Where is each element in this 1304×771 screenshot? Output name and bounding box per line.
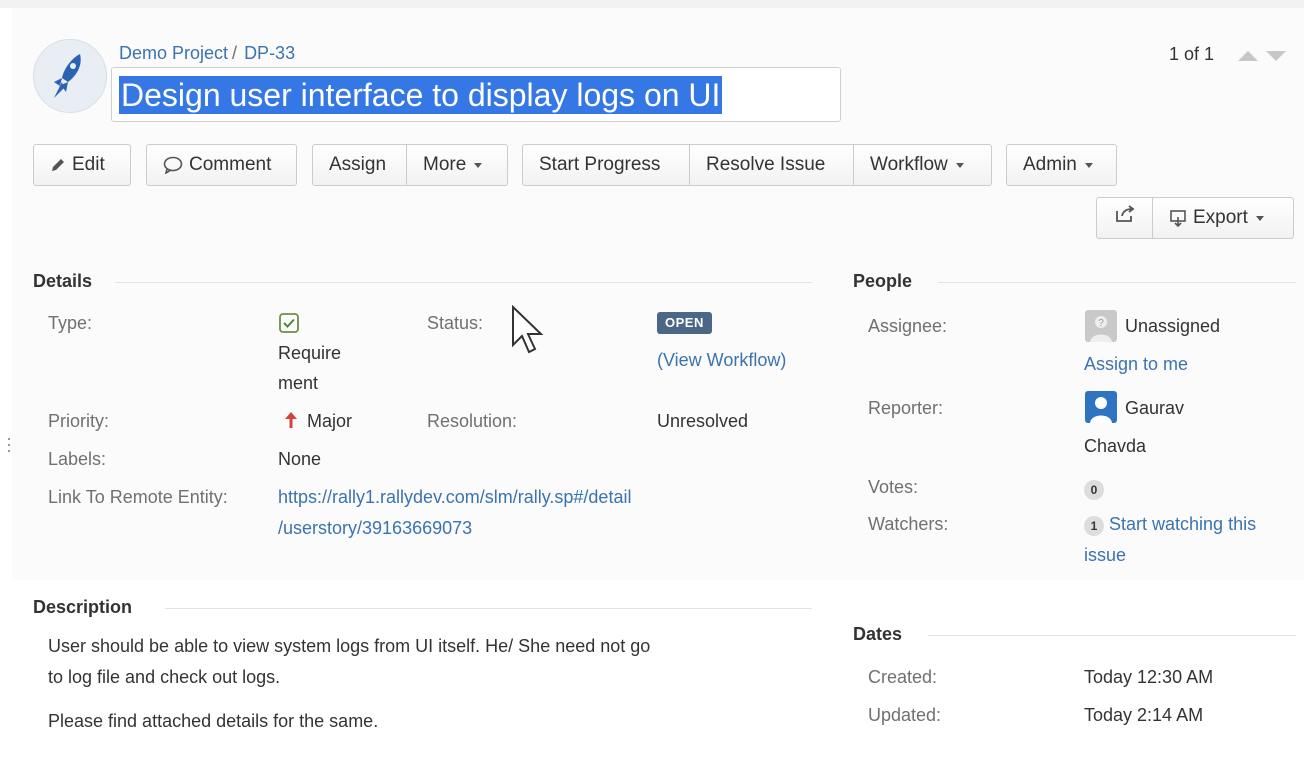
- chevron-down-icon: [955, 162, 964, 168]
- top-strip: [0, 0, 1304, 8]
- export-icon: [1169, 209, 1187, 227]
- priority-value: Major: [307, 411, 353, 431]
- reporter-avatar: [1085, 391, 1117, 423]
- remote-entity-label: Link To Remote Entity:: [48, 487, 228, 507]
- admin-group: Admin: [1006, 144, 1117, 188]
- chevron-down-icon: [474, 162, 483, 168]
- watchers-label: Watchers:: [868, 514, 949, 534]
- mouse-cursor-icon: [512, 305, 544, 354]
- description-line1: User should be able to view system logs …: [48, 636, 651, 656]
- requirement-check-icon: [279, 313, 299, 333]
- issue-pager-count: 1 of 1: [1169, 44, 1215, 64]
- drag-handle[interactable]: [8, 438, 12, 458]
- export-label: Export: [1193, 207, 1248, 228]
- created-label: Created:: [868, 667, 938, 687]
- workflow-label: Workflow: [870, 154, 948, 175]
- admin-label: Admin: [1023, 154, 1077, 175]
- next-issue-icon[interactable]: [1266, 51, 1286, 61]
- start-progress-button[interactable]: Start Progress: [522, 144, 690, 186]
- start-watching-link[interactable]: Start watching this: [1109, 514, 1256, 534]
- more-label: More: [423, 154, 467, 175]
- chevron-down-icon: [1255, 215, 1264, 221]
- people-heading: People: [853, 271, 913, 291]
- comment-button[interactable]: Comment: [146, 144, 297, 186]
- workflow-dropdown-button[interactable]: Workflow: [854, 144, 992, 186]
- unassigned-avatar: ?: [1085, 310, 1117, 342]
- updated-label: Updated:: [868, 705, 942, 725]
- assignee-value: Unassigned: [1125, 316, 1221, 336]
- votes-label: Votes:: [868, 477, 919, 497]
- status-label: Status:: [427, 313, 484, 333]
- project-avatar[interactable]: [33, 39, 107, 113]
- reporter-label: Reporter:: [868, 398, 944, 418]
- description-divider: [165, 608, 812, 609]
- view-workflow-link[interactable]: (View Workflow): [657, 350, 786, 371]
- more-dropdown-button[interactable]: More: [407, 144, 508, 186]
- share-export-group: Export: [1096, 197, 1294, 241]
- type-value-line2: ment: [278, 373, 319, 393]
- issue-pager-nav: [1238, 48, 1296, 62]
- labels-value: None: [278, 449, 322, 469]
- issue-title-editor[interactable]: Design user interface to display logs on…: [111, 67, 841, 122]
- created-value: Today 12:30 AM: [1084, 667, 1214, 687]
- admin-dropdown-button[interactable]: Admin: [1006, 144, 1117, 186]
- details-heading: Details: [33, 271, 93, 291]
- edit-group: Edit: [33, 144, 131, 188]
- chevron-down-icon: [1084, 162, 1093, 168]
- description-line3: Please find attached details for the sam…: [48, 711, 379, 731]
- resolve-issue-button[interactable]: Resolve Issue: [690, 144, 854, 186]
- type-value-line1: Require: [278, 343, 342, 363]
- edit-button[interactable]: Edit: [33, 144, 131, 186]
- watchers-count-badge[interactable]: 1: [1084, 516, 1104, 536]
- workflow-group: Start Progress Resolve Issue Workflow: [522, 144, 992, 188]
- comment-label: Comment: [189, 154, 272, 175]
- breadcrumb-separator: /: [232, 43, 238, 63]
- remote-entity-link-line2[interactable]: /userstory/39163669073: [278, 518, 472, 539]
- type-label: Type:: [48, 313, 93, 333]
- comment-group: Comment: [146, 144, 297, 188]
- user-icon: [1090, 397, 1112, 423]
- pencil-icon: [50, 157, 66, 173]
- description-line2: to log file and check out logs.: [48, 667, 281, 687]
- share-button[interactable]: [1096, 197, 1153, 239]
- edit-label: Edit: [72, 154, 105, 175]
- rocket-icon: [54, 54, 81, 98]
- unknown-user-icon: ?: [1090, 316, 1112, 342]
- breadcrumb-issue-key-link[interactable]: DP-33: [244, 43, 295, 63]
- priority-label: Priority:: [48, 411, 110, 431]
- start-watching-link-line2[interactable]: issue: [1084, 545, 1126, 566]
- watchers-wrap: 1 Start watching this: [1084, 514, 1256, 536]
- assign-to-me-link[interactable]: Assign to me: [1084, 354, 1188, 375]
- details-divider: [115, 282, 812, 283]
- breadcrumb: Demo Project / DP-33: [119, 43, 295, 64]
- arrow-up-icon: [285, 412, 297, 428]
- resolution-label: Resolution:: [427, 411, 518, 431]
- votes-count-badge[interactable]: 0: [1084, 480, 1104, 500]
- svg-text:?: ?: [1098, 318, 1104, 329]
- export-dropdown-button[interactable]: Export: [1153, 197, 1294, 239]
- issue-title-selected-text[interactable]: Design user interface to display logs on…: [119, 76, 723, 114]
- dates-divider: [928, 635, 1296, 636]
- assign-more-group: Assign More: [312, 144, 508, 188]
- speech-bubble-icon: [163, 156, 183, 174]
- status-lozenge: OPEN: [657, 312, 712, 334]
- previous-issue-icon[interactable]: [1238, 51, 1258, 61]
- reporter-name-line1[interactable]: Gaurav: [1125, 398, 1184, 419]
- share-icon: [1115, 197, 1135, 239]
- description-heading: Description: [33, 597, 133, 617]
- remote-entity-link-line1[interactable]: https://rally1.rallydev.com/slm/rally.sp…: [278, 487, 631, 508]
- dates-heading: Dates: [853, 624, 903, 644]
- updated-value: Today 2:14 AM: [1084, 705, 1204, 725]
- assignee-label: Assignee:: [868, 316, 948, 336]
- assign-button[interactable]: Assign: [312, 144, 407, 186]
- reporter-name-line2[interactable]: Chavda: [1084, 436, 1146, 457]
- votes-wrap: 0: [1084, 478, 1104, 500]
- breadcrumb-project-link[interactable]: Demo Project: [119, 43, 228, 63]
- resolution-value: Unresolved: [657, 411, 749, 431]
- labels-label: Labels:: [48, 449, 107, 469]
- people-divider: [938, 282, 1296, 283]
